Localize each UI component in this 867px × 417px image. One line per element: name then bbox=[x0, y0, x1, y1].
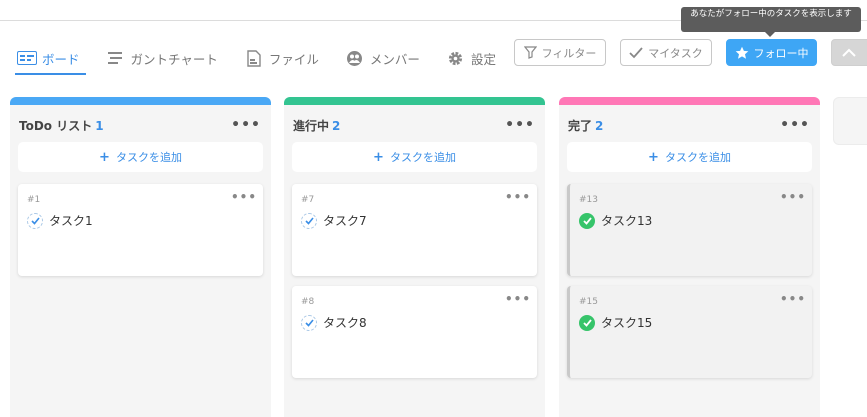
following-button[interactable]: フォロー中 bbox=[726, 39, 817, 66]
column-menu-icon[interactable]: ••• bbox=[780, 118, 810, 132]
task-card[interactable]: #7 ••• タスク7 bbox=[292, 184, 537, 276]
column-todo: ToDo リスト 1 ••• + タスクを追加 #1 ••• タスク1 bbox=[10, 97, 271, 417]
card-menu-icon[interactable]: ••• bbox=[505, 190, 531, 204]
column-header: 完了 2 ••• bbox=[568, 117, 810, 133]
members-icon bbox=[345, 49, 365, 67]
task-name: タスク7 bbox=[323, 214, 367, 228]
add-task-label: タスクを追加 bbox=[664, 151, 731, 164]
card-menu-icon[interactable]: ••• bbox=[505, 292, 531, 306]
tab-board[interactable]: ボード bbox=[15, 42, 85, 75]
add-task-button[interactable]: + タスクを追加 bbox=[567, 142, 812, 172]
column-count: 2 bbox=[332, 118, 341, 133]
file-icon bbox=[244, 49, 264, 67]
task-card[interactable]: #8 ••• タスク8 bbox=[292, 286, 537, 378]
column-color-bar bbox=[559, 97, 820, 105]
task-done-icon[interactable] bbox=[579, 314, 595, 331]
task-card[interactable]: #1 ••• タスク1 bbox=[18, 184, 263, 276]
plus-icon: + bbox=[99, 149, 110, 165]
column-count: 1 bbox=[95, 118, 104, 133]
board-icon bbox=[17, 49, 37, 67]
add-task-button[interactable]: + タスクを追加 bbox=[292, 142, 537, 172]
tab-file[interactable]: ファイル bbox=[244, 42, 319, 74]
filter-icon bbox=[523, 46, 537, 59]
column-menu-icon[interactable]: ••• bbox=[231, 118, 261, 132]
task-done-icon[interactable] bbox=[579, 212, 595, 229]
task-number: #15 bbox=[579, 297, 598, 307]
task-number: #1 bbox=[27, 195, 41, 205]
view-tabs: ボード ガントチャート ファイル メンバー 設定 bbox=[15, 42, 522, 75]
tab-board-label: ボード bbox=[42, 51, 80, 67]
card-menu-icon[interactable]: ••• bbox=[780, 190, 806, 204]
add-column-placeholder[interactable] bbox=[833, 97, 867, 145]
plus-icon: + bbox=[648, 149, 659, 165]
column-done: 完了 2 ••• + タスクを追加 #13 ••• タスク13 #15 ••• タ… bbox=[559, 97, 820, 417]
add-task-label: タスクを追加 bbox=[115, 151, 182, 164]
task-check-icon[interactable] bbox=[301, 314, 317, 331]
tab-file-label: ファイル bbox=[268, 51, 319, 67]
task-name: タスク1 bbox=[49, 214, 93, 228]
column-in-progress: 進行中 2 ••• + タスクを追加 #7 ••• タスク7 #8 ••• タスク… bbox=[284, 97, 545, 417]
check-icon bbox=[629, 46, 643, 58]
column-header: 進行中 2 ••• bbox=[293, 117, 535, 133]
column-header: ToDo リスト 1 ••• bbox=[19, 117, 261, 133]
filter-button[interactable]: フィルター bbox=[514, 39, 606, 66]
task-number: #13 bbox=[579, 195, 598, 205]
following-tooltip: あなたがフォロー中のタスクを表示します bbox=[681, 7, 861, 37]
star-icon bbox=[735, 46, 748, 59]
task-number: #8 bbox=[301, 297, 315, 307]
card-menu-icon[interactable]: ••• bbox=[231, 190, 257, 204]
card-menu-icon[interactable]: ••• bbox=[780, 292, 806, 306]
tab-settings[interactable]: 設定 bbox=[446, 42, 496, 74]
tab-members-label: メンバー bbox=[369, 51, 420, 67]
following-label: フォロー中 bbox=[753, 46, 809, 60]
add-task-button[interactable]: + タスクを追加 bbox=[18, 142, 263, 172]
tab-members[interactable]: メンバー bbox=[345, 42, 420, 74]
task-card[interactable]: #13 ••• タスク13 bbox=[567, 184, 812, 276]
chevron-up-icon bbox=[841, 48, 856, 57]
task-check-icon[interactable] bbox=[27, 212, 43, 229]
column-title: ToDo リスト bbox=[19, 118, 93, 133]
filter-label: フィルター bbox=[541, 46, 597, 60]
column-color-bar bbox=[10, 97, 271, 105]
task-name: タスク13 bbox=[601, 214, 653, 228]
gear-icon bbox=[446, 49, 466, 67]
plus-icon: + bbox=[373, 149, 384, 165]
add-task-label: タスクを追加 bbox=[389, 151, 456, 164]
column-count: 2 bbox=[595, 118, 604, 133]
task-name: タスク15 bbox=[601, 316, 653, 330]
column-title: 進行中 bbox=[293, 118, 330, 133]
column-color-bar bbox=[284, 97, 545, 105]
mytask-button[interactable]: マイタスク bbox=[620, 39, 712, 66]
tab-gantt[interactable]: ガントチャート bbox=[106, 42, 218, 74]
collapse-button[interactable] bbox=[831, 39, 867, 66]
column-title: 完了 bbox=[568, 118, 593, 133]
tab-gantt-label: ガントチャート bbox=[130, 51, 218, 67]
gantt-icon bbox=[106, 49, 126, 67]
task-number: #7 bbox=[301, 195, 315, 205]
task-check-icon[interactable] bbox=[301, 212, 317, 229]
task-name: タスク8 bbox=[323, 316, 367, 330]
task-card[interactable]: #15 ••• タスク15 bbox=[567, 286, 812, 378]
mytask-label: マイタスク bbox=[648, 46, 703, 60]
tab-settings-label: 設定 bbox=[470, 51, 496, 67]
column-menu-icon[interactable]: ••• bbox=[505, 118, 535, 132]
